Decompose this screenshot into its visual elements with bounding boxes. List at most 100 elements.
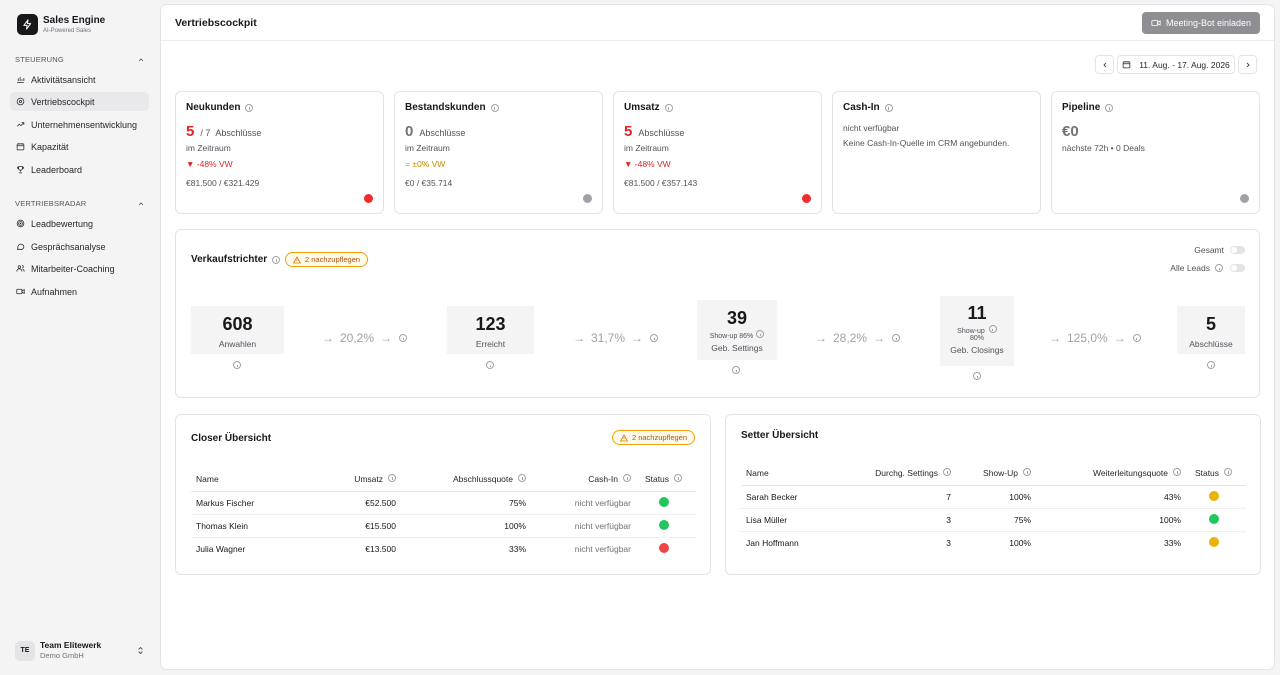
pipeline-value: €0 — [1062, 123, 1079, 140]
table-row[interactable]: Jan Hoffmann 3 100% 33% — [741, 531, 1246, 554]
bestand-delta: = ±0% VW — [405, 159, 446, 169]
sidebar-item-aufnahmen[interactable]: Aufnahmen — [10, 282, 149, 301]
info-icon[interactable] — [490, 103, 499, 112]
date-range-button[interactable]: 11. Aug. - 17. Aug. 2026 — [1117, 55, 1235, 74]
info-icon[interactable] — [1132, 334, 1141, 342]
info-icon[interactable] — [892, 334, 901, 342]
table-row[interactable]: Lisa Müller 3 75% 100% — [741, 508, 1246, 532]
info-icon[interactable] — [388, 473, 396, 482]
status-dot — [658, 519, 669, 530]
neukunden-value: 5 — [186, 123, 195, 140]
sidebar-item-aktivitaetsansicht[interactable]: Aktivitätsansicht — [10, 70, 149, 89]
next-week-button[interactable] — [1238, 55, 1257, 74]
status-dot — [364, 194, 373, 203]
umsatz-amount: €81.500 / €357.143 — [624, 178, 698, 188]
sidebar-item-kapazitaet[interactable]: Kapazität — [10, 137, 149, 156]
toggle-switch[interactable] — [1230, 264, 1245, 272]
main-panel: Vertriebscockpit Meeting-Bot einladen 11… — [160, 4, 1275, 670]
sidebar-item-gespraechsanalyse[interactable]: Gesprächsanalyse — [10, 237, 149, 256]
video-icon — [16, 288, 25, 295]
closer-title: Closer Übersicht — [191, 433, 272, 444]
sidebar: Sales Engine AI-Powered Sales STEUERUNG … — [0, 0, 160, 675]
umsatz-delta: ▼ -48% VW — [624, 159, 671, 169]
meeting-bot-button[interactable]: Meeting-Bot einladen — [1142, 12, 1260, 34]
closer-table: Name Umsatz Abschlussquote Cash-In Statu… — [191, 467, 696, 560]
info-icon[interactable] — [1023, 467, 1031, 476]
sidebar-item-vertriebscockpit[interactable]: Vertriebscockpit — [10, 92, 149, 111]
kpi-card-umsatz[interactable]: Umsatz 5 Abschlüsse im Zeitraum ▼ -48% V… — [613, 91, 822, 214]
kpi-card-neukunden[interactable]: Neukunden 5 / 7 Abschlüsse im Zeitraum ▼… — [175, 91, 384, 214]
info-icon[interactable] — [1215, 264, 1223, 272]
info-icon[interactable] — [623, 473, 631, 482]
kpi-card-cashin[interactable]: Cash-In nicht verfügbar Keine Cash-In-Qu… — [832, 91, 1041, 214]
funnel-stage-erreicht[interactable]: 123 Erreicht — [447, 306, 534, 354]
setter-card: Setter Übersicht Name Durchg. Settings S… — [725, 414, 1261, 575]
info-icon[interactable] — [732, 366, 740, 374]
toggle-switch[interactable] — [1230, 246, 1245, 254]
info-icon[interactable] — [650, 334, 659, 342]
warning-icon — [293, 255, 301, 263]
team-avatar: TE — [15, 640, 35, 661]
table-row[interactable]: Julia Wagner €13.500 33% nicht verfügbar — [191, 537, 696, 560]
funnel-title: Verkaufstrichter — [191, 254, 268, 265]
table-row[interactable]: Thomas Klein €15.500 100% nicht verfügba… — [191, 514, 696, 538]
status-dot — [1208, 513, 1219, 524]
info-icon[interactable] — [233, 361, 241, 369]
table-row[interactable]: Sarah Becker 7 100% 43% — [741, 485, 1246, 509]
info-icon[interactable] — [399, 334, 408, 342]
chevron-right-icon — [1246, 62, 1250, 67]
status-dot — [1208, 490, 1219, 501]
info-icon[interactable] — [988, 325, 997, 333]
date-range-picker: 11. Aug. - 17. Aug. 2026 — [1095, 55, 1257, 74]
info-icon[interactable] — [664, 103, 673, 112]
funnel-card: Verkaufstrichter 2 nachzupflegen Gesamt … — [175, 229, 1260, 398]
info-icon[interactable] — [973, 372, 981, 380]
target-icon — [16, 219, 25, 228]
team-switcher[interactable]: TE Team Elitewerk Demo GmbH — [15, 640, 145, 661]
chevron-left-icon — [1102, 62, 1106, 67]
chat-icon — [16, 243, 25, 250]
calendar-icon — [1122, 61, 1131, 69]
funnel-stage-abschluesse[interactable]: 5 Abschlüsse — [1177, 306, 1245, 354]
info-icon[interactable] — [1173, 467, 1181, 476]
prev-week-button[interactable] — [1095, 55, 1114, 74]
info-icon[interactable] — [1105, 103, 1114, 112]
sidebar-item-leaderboard[interactable]: Leaderboard — [10, 160, 149, 179]
funnel-stage-settings[interactable]: 39 Show-up 86% Geb. Settings — [697, 300, 777, 360]
info-icon[interactable] — [272, 255, 281, 264]
bolt-icon — [17, 14, 38, 35]
setter-title: Setter Übersicht — [741, 430, 819, 441]
nav-section-vertriebsradar[interactable]: VERTRIEBSRADAR — [15, 199, 145, 208]
team-name: Team Elitewerk — [40, 640, 102, 650]
info-icon[interactable] — [1207, 361, 1215, 369]
nav-section-steuerung[interactable]: STEUERUNG — [15, 55, 145, 64]
info-icon[interactable] — [518, 473, 526, 482]
sidebar-item-leadbewertung[interactable]: Leadbewertung — [10, 214, 149, 233]
chevron-updown-icon — [138, 646, 143, 655]
funnel-badge[interactable]: 2 nachzupflegen — [285, 252, 369, 267]
gauge-icon — [16, 97, 25, 106]
funnel-stage-anwahlen[interactable]: 608 Anwahlen — [191, 306, 284, 354]
toggle-gesamt[interactable]: Gesamt — [1194, 245, 1245, 255]
closer-badge[interactable]: 2 nachzupflegen — [611, 430, 695, 445]
table-row[interactable]: Markus Fischer €52.500 75% nicht verfügb… — [191, 491, 696, 515]
closer-card: Closer Übersicht 2 nachzupflegen Name Um… — [175, 414, 711, 575]
toggle-alle-leads[interactable]: Alle Leads — [1170, 263, 1245, 273]
sidebar-item-unternehmensentwicklung[interactable]: Unternehmensentwicklung — [10, 115, 149, 134]
info-icon[interactable] — [756, 330, 765, 338]
info-icon[interactable] — [674, 473, 683, 482]
info-icon[interactable] — [943, 467, 951, 476]
date-range-label: 11. Aug. - 17. Aug. 2026 — [1139, 59, 1230, 70]
funnel-stage-closings[interactable]: 11 Show-up 80% Geb. Closings — [940, 296, 1014, 366]
trophy-icon — [17, 166, 24, 174]
brand[interactable]: Sales Engine AI-Powered Sales — [17, 14, 105, 35]
status-dot — [1208, 536, 1219, 547]
info-icon[interactable] — [245, 103, 254, 112]
sidebar-item-mitarbeiter-coaching[interactable]: Mitarbeiter-Coaching — [10, 259, 149, 278]
info-icon[interactable] — [486, 361, 494, 369]
kpi-card-bestandskunden[interactable]: Bestandskunden 0 Abschlüsse im Zeitraum … — [394, 91, 603, 214]
kpi-card-pipeline[interactable]: Pipeline €0 nächste 72h • 0 Deals — [1051, 91, 1260, 214]
activity-icon — [17, 76, 25, 83]
info-icon[interactable] — [1224, 467, 1233, 476]
info-icon[interactable] — [884, 103, 893, 112]
